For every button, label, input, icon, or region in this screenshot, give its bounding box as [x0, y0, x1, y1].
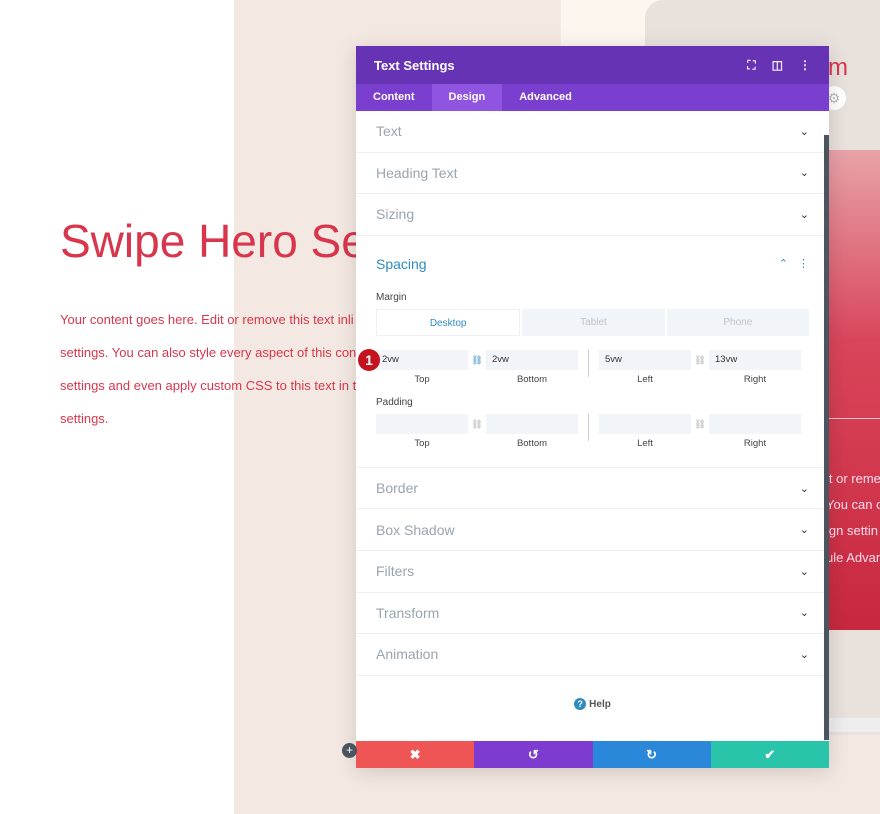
hero-text-line: Your content goes here. Edit or remove t… [60, 312, 354, 327]
section-label: Filters [376, 563, 415, 580]
chevron-down-icon: ⌄ [799, 565, 809, 578]
fullscreen-icon[interactable]: ⛶ [747, 58, 755, 73]
chevron-down-icon: ⌄ [799, 607, 809, 620]
section-label: Text [376, 123, 402, 140]
padding-row: Top ⛓ Bottom Left ⛓ Right [376, 413, 809, 449]
panel-tabs: Content Design Advanced [356, 84, 829, 111]
horizontal-scrollbar[interactable] [829, 718, 880, 732]
chevron-down-icon: ⌄ [799, 524, 809, 537]
section-label: Box Shadow [376, 521, 455, 538]
chevron-down-icon: ⌄ [799, 482, 809, 495]
preview-text: ule Advan [826, 550, 880, 565]
section-filters[interactable]: Filters ⌄ [356, 551, 829, 593]
unlink-icon[interactable]: ⛓ [691, 350, 709, 370]
margin-row: 1 2vw Top ⛓ 2vw Bottom 5vw Left ⛓ 13vw Right [358, 348, 809, 385]
preview-text: You can c [826, 497, 880, 512]
save-button[interactable]: ✔ [710, 741, 829, 768]
margin-label: Margin [376, 291, 407, 303]
split-view-icon[interactable]: ◫ [772, 58, 783, 72]
step-badge: 1 [358, 348, 380, 371]
section-text[interactable]: Text ⌄ [356, 111, 829, 153]
tab-content[interactable]: Content [356, 84, 432, 111]
divider [588, 349, 589, 377]
section-spacing: Spacing ⌃ ⋮ Margin Desktop Tablet Phone 1 … [356, 236, 829, 468]
section-heading-text[interactable]: Heading Text ⌄ [356, 153, 829, 195]
chevron-up-icon: ⌃ [778, 258, 788, 271]
panel-header[interactable]: Text Settings ⛶ ◫ ⋮ [356, 46, 829, 84]
margin-bottom-input[interactable]: 2vw [486, 349, 578, 370]
padding-top-input[interactable] [376, 413, 468, 434]
unlink-icon[interactable]: ⛓ [691, 414, 709, 434]
help-icon: ? [574, 697, 587, 710]
chevron-down-icon: ⌄ [799, 167, 809, 180]
more-options-icon[interactable]: ⋮ [799, 58, 811, 72]
section-sizing[interactable]: Sizing ⌄ [356, 194, 829, 236]
section-border[interactable]: Border ⌄ [356, 468, 829, 510]
panel-scrollbar[interactable] [824, 135, 829, 740]
padding-left-input[interactable] [599, 413, 691, 434]
help-link[interactable]: ? Help [356, 676, 829, 710]
hero-text-line: settings. You can also style every aspec… [60, 345, 356, 360]
field-caption: Right [743, 437, 767, 449]
panel-title: Text Settings [374, 57, 455, 73]
padding-label: Padding [376, 396, 413, 408]
field-caption: Right [743, 373, 767, 385]
undo-button[interactable]: ↺ [474, 741, 593, 768]
section-label: Animation [376, 646, 439, 663]
cancel-button[interactable]: ✖ [356, 741, 475, 768]
field-caption: Top [414, 373, 430, 385]
tab-advanced[interactable]: Advanced [502, 84, 589, 111]
section-box-shadow[interactable]: Box Shadow ⌄ [356, 509, 829, 551]
divider [588, 413, 589, 441]
margin-top-input[interactable]: 2vw [376, 349, 468, 370]
section-label: Sizing [376, 206, 415, 223]
field-caption: Left [637, 437, 653, 449]
section-label: Spacing [376, 255, 427, 272]
field-caption: Bottom [516, 437, 548, 449]
hero-text-line: settings and even apply custom CSS to th… [60, 378, 356, 393]
section-label: Transform [376, 604, 440, 621]
panel-footer: ✖ ↺ ↻ ✔ [356, 741, 829, 768]
section-label: Heading Text [376, 164, 458, 181]
chevron-down-icon: ⌄ [799, 125, 809, 138]
hero-title: Swipe Hero Se [60, 215, 360, 267]
more-options-icon[interactable]: ⋮ [798, 257, 809, 270]
field-caption: Top [414, 437, 430, 449]
section-transform[interactable]: Transform ⌄ [356, 593, 829, 635]
field-caption: Left [637, 373, 653, 385]
margin-left-input[interactable]: 5vw [599, 349, 691, 370]
hero-text-line: settings. [60, 411, 109, 426]
section-label: Border [376, 480, 419, 497]
unlink-icon[interactable]: ⛓ [468, 414, 486, 434]
padding-right-input[interactable] [709, 413, 801, 434]
preview-title-fragment: m [828, 54, 848, 81]
section-animation[interactable]: Animation ⌄ [356, 634, 829, 676]
padding-bottom-input[interactable] [486, 413, 578, 434]
chevron-down-icon: ⌄ [799, 208, 809, 221]
device-tablet[interactable]: Tablet [522, 308, 665, 336]
device-desktop[interactable]: Desktop [376, 308, 521, 336]
text-settings-panel: Text Settings ⛶ ◫ ⋮ Content Design Advan… [356, 46, 829, 768]
field-caption: Bottom [516, 373, 548, 385]
link-icon[interactable]: ⛓ [468, 350, 486, 370]
tab-design[interactable]: Design [431, 84, 503, 111]
chevron-down-icon: ⌄ [799, 648, 809, 661]
preview-text: it or reme [826, 471, 880, 486]
add-module-button[interactable]: + [342, 743, 357, 758]
spacing-header[interactable]: Spacing ⌃ ⋮ [376, 236, 809, 292]
device-tabs: Desktop Tablet Phone [376, 308, 809, 336]
device-phone[interactable]: Phone [666, 308, 809, 336]
redo-button[interactable]: ↻ [592, 741, 711, 768]
preview-text: ign settin [826, 523, 879, 538]
help-label: Help [589, 698, 611, 710]
margin-right-input[interactable]: 13vw [709, 349, 801, 370]
hero-text: Your content goes here. Edit or remove t… [60, 303, 356, 435]
